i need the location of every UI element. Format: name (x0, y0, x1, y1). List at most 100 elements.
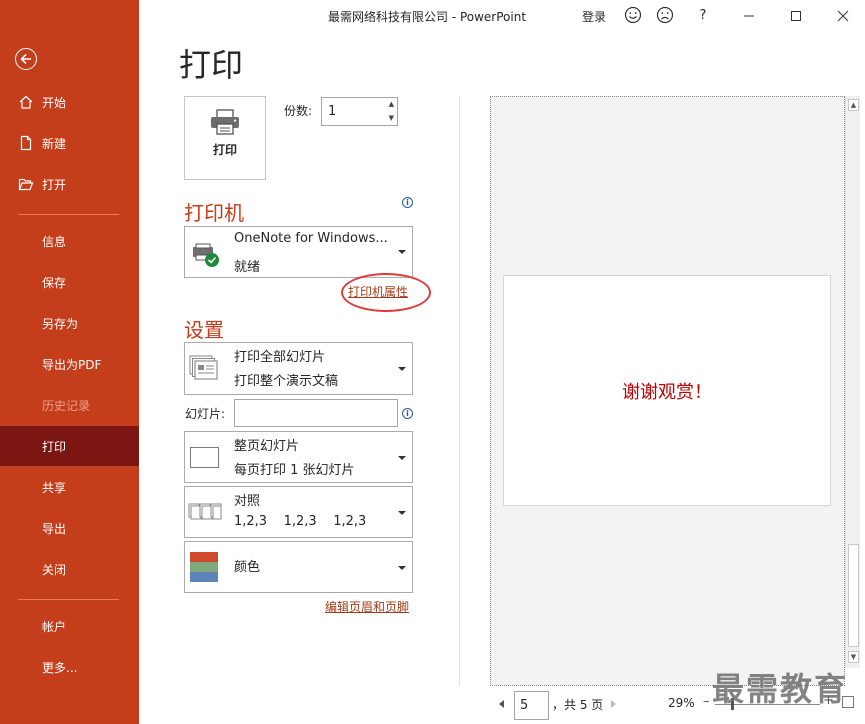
increment-icon[interactable]: ▲ (389, 100, 394, 108)
current-page: 5 (520, 698, 529, 713)
maximize-icon[interactable] (786, 6, 806, 26)
frown-feedback-icon[interactable] (655, 6, 675, 26)
sidebar-item-label: 另存为 (42, 316, 79, 331)
highlight-annotation (341, 273, 431, 312)
edit-header-footer-link[interactable]: 编辑页眉和页脚 (325, 598, 409, 615)
chevron-down-icon (398, 250, 406, 254)
printer-name: OneNote for Windows... (234, 231, 388, 246)
sidebar-item-more[interactable]: 更多... (0, 647, 139, 687)
sidebar-item-label: 开始 (42, 95, 67, 110)
color-line1: 颜色 (234, 560, 261, 575)
sidebar-item-label: 新建 (42, 136, 67, 151)
slides-input[interactable] (234, 399, 398, 427)
collate-line2: 1,2,3 1,2,3 1,2,3 (234, 514, 367, 529)
printer-info-icon[interactable]: i (402, 197, 413, 208)
smile-feedback-icon[interactable] (623, 6, 643, 26)
full-page-slide-icon (190, 447, 219, 468)
printer-ready-icon (193, 243, 219, 267)
previous-page-icon[interactable] (499, 700, 504, 708)
color-dropdown[interactable]: 颜色 (184, 541, 413, 593)
slide-preview: 谢谢观赏！ (503, 275, 831, 506)
print-range-line1: 打印全部幻灯片 (234, 350, 326, 365)
sidebar-item-info[interactable]: 信息 (0, 221, 139, 261)
collate-icon (188, 503, 222, 520)
sidebar-item-open[interactable]: 打开 (0, 164, 139, 204)
panel-divider (459, 96, 460, 686)
printer-icon (211, 109, 239, 135)
print-button[interactable]: 打印 (184, 96, 266, 180)
copies-value: 1 (328, 104, 337, 119)
close-icon[interactable] (833, 6, 853, 26)
printer-status: 就绪 (234, 260, 261, 275)
sidebar-item-label: 保存 (42, 275, 67, 290)
copies-label: 份数: (284, 104, 313, 118)
scrollbar-thumb[interactable] (848, 544, 859, 647)
zoom-level[interactable]: 29% (668, 696, 695, 710)
sidebar-divider (18, 214, 119, 215)
new-document-icon (18, 135, 34, 151)
sidebar-item-close[interactable]: 关闭 (0, 549, 139, 589)
sidebar-item-export-pdf[interactable]: 导出为PDF (0, 344, 139, 384)
layout-line1: 整页幻灯片 (234, 439, 300, 454)
sidebar-divider (18, 599, 119, 600)
backstage-sidebar: 开始 新建 打开 信息 保存 另存为 导出为PDF 历史记录 打印 共享 导出 … (0, 0, 139, 724)
sidebar-item-home[interactable]: 开始 (0, 82, 139, 122)
page-total: ，共 5 页 (552, 698, 604, 712)
chevron-down-icon (398, 511, 406, 515)
printer-heading: 打印机 (184, 201, 244, 225)
back-arrow-icon[interactable] (15, 48, 37, 70)
chevron-down-icon (398, 456, 406, 460)
home-icon (18, 94, 34, 110)
sidebar-item-label: 导出 (42, 521, 67, 536)
sidebar-item-label: 打开 (42, 177, 67, 192)
sidebar-item-print[interactable]: 打印 (0, 426, 139, 466)
layout-line2: 每页打印 1 张幻灯片 (234, 463, 355, 478)
sidebar-item-export[interactable]: 导出 (0, 508, 139, 548)
sidebar-item-account[interactable]: 帐户 (0, 606, 139, 646)
collate-line1: 对照 (234, 494, 261, 509)
sidebar-item-save[interactable]: 保存 (0, 262, 139, 302)
chevron-down-icon (398, 367, 406, 371)
slides-info-icon[interactable]: i (402, 408, 413, 419)
print-button-label: 打印 (212, 143, 237, 157)
slide-text: 谢谢观赏！ (622, 382, 712, 403)
all-slides-icon (189, 355, 218, 380)
page-title: 打印 (179, 46, 244, 84)
collate-dropdown[interactable]: 对照 1,2,3 1,2,3 1,2,3 (184, 486, 413, 538)
printer-dropdown[interactable]: OneNote for Windows... 就绪 (184, 226, 413, 278)
sidebar-item-label: 更多... (42, 660, 78, 675)
sidebar-item-label: 打印 (42, 439, 67, 454)
sidebar-item-save-as[interactable]: 另存为 (0, 303, 139, 343)
zoom-out-icon[interactable]: – (703, 694, 710, 709)
print-range-line2: 打印整个演示文稿 (234, 374, 339, 389)
copies-stepper[interactable]: 1 ▲ ▼ (321, 97, 398, 126)
decrement-icon[interactable]: ▼ (389, 114, 394, 122)
open-folder-icon (18, 176, 34, 192)
sidebar-item-label: 历史记录 (42, 398, 91, 413)
slides-label: 幻灯片: (185, 407, 226, 421)
sidebar-item-new[interactable]: 新建 (0, 123, 139, 163)
title-bar: 最需网络科技有限公司 - PowerPoint 登录 ? (139, 0, 865, 32)
settings-heading: 设置 (184, 318, 224, 342)
help-button[interactable]: ? (693, 6, 713, 26)
sidebar-item-history: 历史记录 (0, 385, 139, 425)
login-link[interactable]: 登录 (582, 8, 606, 25)
next-page-icon[interactable] (611, 700, 616, 708)
scroll-up-icon[interactable]: ▲ (848, 99, 859, 111)
watermark-logo: 最需教育 (712, 670, 849, 708)
sidebar-item-label: 关闭 (42, 562, 67, 577)
layout-dropdown[interactable]: 整页幻灯片 每页打印 1 张幻灯片 (184, 431, 413, 483)
sidebar-item-label: 共享 (42, 480, 67, 495)
minimize-icon[interactable] (739, 6, 759, 26)
window-title: 最需网络科技有限公司 - PowerPoint (328, 10, 527, 24)
sidebar-item-share[interactable]: 共享 (0, 467, 139, 507)
sidebar-item-label: 帐户 (42, 619, 67, 634)
color-swatch-icon (190, 552, 218, 582)
print-range-dropdown[interactable]: 打印全部幻灯片 打印整个演示文稿 (184, 342, 413, 395)
page-number-input[interactable]: 5 (514, 691, 549, 720)
sidebar-item-label: 信息 (42, 234, 67, 249)
sidebar-item-label: 导出为PDF (42, 357, 102, 372)
chevron-down-icon (398, 566, 406, 570)
scroll-down-icon[interactable]: ▼ (848, 651, 859, 663)
preview-scrollbar[interactable]: ▲ ▼ (845, 96, 860, 668)
